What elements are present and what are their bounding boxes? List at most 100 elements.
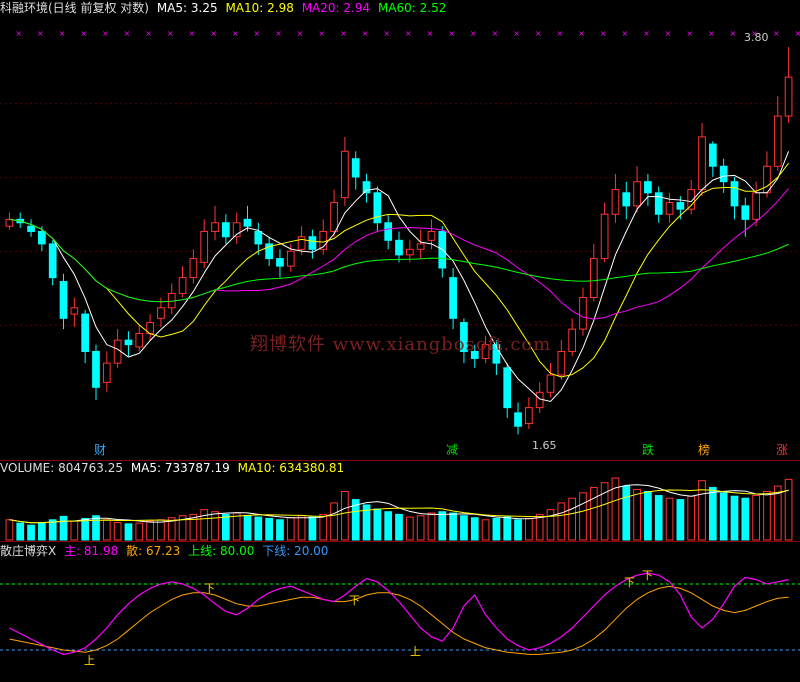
marker-glyph: × — [600, 29, 607, 38]
volume-bar — [254, 516, 263, 541]
volume-bar — [221, 513, 230, 541]
volume-bar — [416, 515, 425, 541]
marker-glyph: × — [167, 29, 174, 38]
marker-glyph: × — [773, 29, 780, 38]
marker-glyph: × — [535, 29, 542, 38]
marker-glyph: × — [621, 29, 628, 38]
marker-glyph: × — [492, 29, 499, 38]
marker-glyph: × — [665, 29, 672, 38]
volume-bar — [589, 486, 598, 541]
marker-glyph: × — [253, 29, 260, 38]
volume-bar — [113, 521, 122, 541]
marker-glyph: × — [578, 29, 585, 38]
ma10-readout: MA10: 2.98 — [225, 1, 294, 15]
ma5-readout: MA5: 3.25 — [156, 1, 218, 15]
volume-bar — [124, 523, 133, 541]
candle-body — [611, 189, 620, 215]
candle-body — [189, 258, 198, 279]
candle-body — [600, 213, 609, 260]
volume-bar — [525, 517, 533, 541]
candle-body — [373, 192, 382, 224]
signal-bang: 榜 — [698, 443, 711, 457]
volume-bar — [319, 513, 328, 541]
volume-bar — [243, 515, 252, 541]
candle-body — [276, 258, 284, 267]
lower-readout: 下线: 20.00 — [262, 544, 329, 558]
volume-bar — [81, 517, 90, 541]
volume-bar — [265, 517, 273, 541]
vol-ma10-readout: MA10: 634380.81 — [237, 461, 345, 475]
candle-body — [113, 339, 122, 364]
volume-bar — [676, 499, 685, 541]
volume-bar — [341, 490, 349, 541]
candle-body — [416, 243, 425, 250]
candle-body — [730, 181, 739, 207]
watermark: 翔博软件 www.xiangbosoft.com — [250, 334, 552, 355]
candle-body — [384, 222, 393, 241]
signal-jian: 减 — [446, 443, 459, 457]
candle-body — [102, 362, 111, 383]
volume-bar — [308, 516, 317, 541]
candle-body — [708, 143, 717, 167]
volume-bar — [16, 522, 25, 541]
marker-glyph: × — [557, 29, 564, 38]
candle-body — [243, 218, 252, 227]
volume-bar — [708, 486, 717, 541]
volume-bar — [427, 512, 436, 541]
candle-body — [341, 150, 349, 199]
volume-bar — [297, 515, 306, 541]
volume-header: VOLUME: 804763.25 MA5: 733787.19 MA10: 6… — [0, 460, 348, 476]
volume-bar — [546, 509, 555, 541]
volume-bar — [373, 508, 382, 541]
volume-bar — [135, 522, 144, 541]
upper-readout: 上线: 80.00 — [188, 544, 255, 558]
marker-glyph: × — [686, 29, 693, 38]
volume-bar — [719, 492, 728, 541]
indicator-down-mark-3: 下 — [624, 576, 635, 589]
marker-glyph: × — [318, 29, 325, 38]
candle-body — [665, 202, 674, 215]
indicator-up-mark-2: 上 — [410, 645, 421, 658]
marker-glyph: × — [362, 29, 369, 38]
indicator-separator — [0, 541, 800, 542]
indicator-down-mark-1: 下 — [204, 582, 215, 595]
marker-glyph: × — [189, 29, 196, 38]
volume-bar — [763, 490, 771, 541]
volume-bar — [48, 519, 57, 541]
candle-body — [503, 367, 512, 409]
volume-bar — [395, 513, 403, 541]
volume-bar — [276, 519, 284, 541]
indicator-down-mark-2: 下 — [349, 594, 360, 607]
marker-glyph: × — [124, 29, 131, 38]
candle-body — [763, 165, 771, 194]
marker-glyph: × — [513, 29, 520, 38]
marker-glyph: × — [275, 29, 282, 38]
candle-body — [200, 230, 209, 263]
volume-bar — [784, 478, 793, 541]
marker-glyph: × — [145, 29, 152, 38]
volume-bar — [5, 519, 14, 541]
candle-body — [178, 277, 187, 294]
stock-title: 科融环境(日线 前复权 对数) — [0, 1, 149, 15]
candle-body — [622, 192, 631, 207]
marker-glyph: × — [405, 29, 412, 38]
candle-body — [70, 307, 79, 315]
candle-body — [773, 115, 782, 167]
volume-bar — [492, 517, 501, 541]
volume-bar — [438, 511, 447, 541]
volume-bar — [59, 515, 68, 541]
ma20-readout: MA20: 2.94 — [301, 1, 371, 15]
marker-glyph: × — [427, 29, 434, 38]
volume-bar — [405, 516, 414, 541]
candle-body — [579, 297, 587, 330]
marker-glyph: × — [643, 29, 650, 38]
volume-bar — [752, 495, 760, 541]
candle-body — [752, 192, 760, 220]
volume-bar — [232, 512, 241, 541]
candle-body — [525, 407, 533, 425]
volume-bar — [557, 502, 566, 541]
marker-glyph: × — [59, 29, 66, 38]
candle-body — [157, 307, 165, 319]
volume-bar — [514, 519, 522, 541]
volume-bar — [27, 524, 35, 541]
